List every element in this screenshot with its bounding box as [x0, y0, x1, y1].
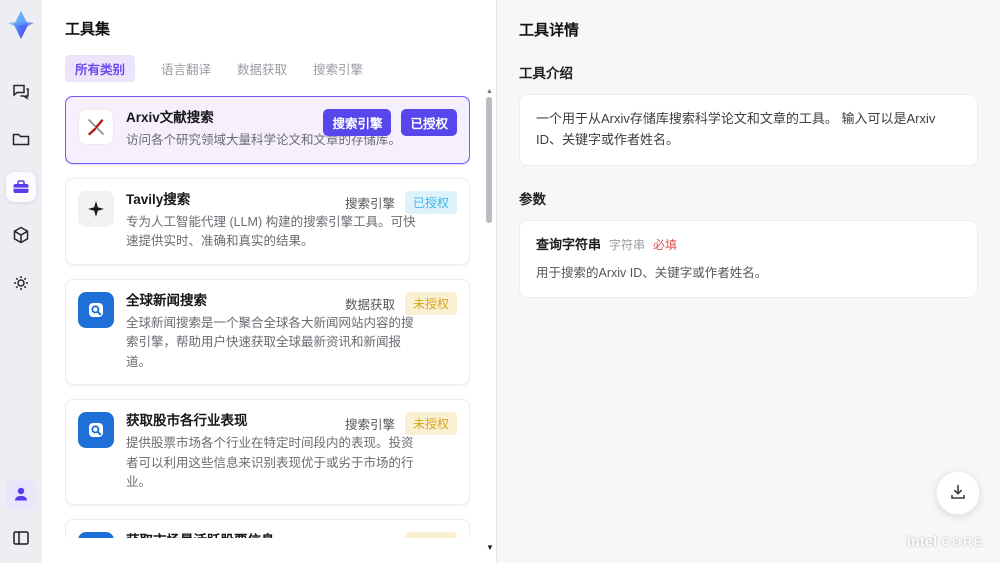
tool-description: 专为人工智能代理 (LLM) 构建的搜索引擎工具。可快速提供实时、准确和真实的结…: [126, 214, 416, 249]
user-icon: [12, 485, 30, 503]
params-section-title: 参数: [519, 191, 546, 207]
sidebar-item-settings[interactable]: [6, 268, 36, 298]
status-badge: 已授权: [404, 190, 457, 214]
app-logo-icon: [4, 8, 38, 42]
sidebar-nav: [6, 76, 36, 298]
status-badge: 未授权: [404, 532, 457, 538]
sidebar-item-chat[interactable]: [6, 76, 36, 106]
page-title: 工具集: [65, 21, 111, 38]
download-button[interactable]: [936, 471, 980, 515]
tool-intro-text: 一个用于从Arxiv存储库搜索科学论文和文章的工具。 输入可以是Arxiv ID…: [536, 111, 936, 147]
tab-all-categories[interactable]: 所有类别: [65, 55, 136, 82]
scrollbar-thumb[interactable]: [486, 97, 492, 223]
category-label: 搜索引擎: [345, 534, 395, 538]
sidebar-item-files[interactable]: [6, 124, 36, 154]
param-required-flag: 必填: [653, 237, 678, 252]
status-badge: 已授权: [401, 109, 457, 136]
category-badge: 搜索引擎: [323, 109, 392, 136]
status-badge: 未授权: [404, 411, 457, 435]
category-label: 搜索引擎: [344, 417, 395, 432]
tool-intro-box: 一个用于从Arxiv存储库搜索科学论文和文章的工具。 输入可以是Arxiv ID…: [519, 94, 978, 166]
tool-card-arxiv[interactable]: Arxiv文献搜索 访问各个研究领域大量科学论文和文章的存储库。 搜索引擎 已授…: [65, 96, 470, 164]
tool-description: 提供股票市场各个行业在特定时间段内的表现。投资者可以利用这些信息来识别表现优于或…: [126, 436, 414, 489]
gear-icon: [11, 273, 31, 293]
tool-card-sector-performance[interactable]: 获取股市各行业表现 提供股票市场各个行业在特定时间段内的表现。投资者可以利用这些…: [65, 398, 470, 506]
list-scrollbar[interactable]: ▲ ▼: [485, 88, 494, 556]
tool-card-global-news[interactable]: 全球新闻搜索 全球新闻搜索是一个聚合全球各大新闻网站内容的搜索引擎，帮助用户快速…: [65, 278, 470, 385]
tavily-star-icon: [78, 190, 114, 227]
toolbox-icon: [11, 177, 31, 197]
cube-icon: [11, 225, 31, 245]
sidebar-item-profile[interactable]: [6, 479, 36, 509]
sidebar-item-collapse[interactable]: [6, 523, 36, 553]
param-type: 字符串: [609, 237, 646, 252]
app-window: 工具集 所有类别 语言翻译 数据获取 搜索引擎 Arxiv文献搜索 访问各个研究…: [0, 0, 1000, 563]
parameter-box: 查询字符串 字符串 必填 用于搜索的Arxiv ID、关键字或作者姓名。: [519, 219, 978, 299]
brand-core: CORE: [941, 535, 984, 549]
tab-language-translation[interactable]: 语言翻译: [161, 55, 211, 82]
status-badge: 未授权: [404, 291, 457, 315]
brand-intel: intel: [907, 533, 938, 549]
sidebar-bottom: [6, 479, 36, 553]
category-tabs: 所有类别 语言翻译 数据获取 搜索引擎: [65, 55, 470, 82]
tool-card-tavily[interactable]: Tavily搜索 专为人工智能代理 (LLM) 构建的搜索引擎工具。可快速提供实…: [65, 177, 470, 265]
intel-core-logo: intel CORE: [907, 533, 984, 549]
stock-search-icon: [78, 532, 114, 538]
news-search-icon: [78, 291, 114, 328]
panel-toggle-icon: [11, 528, 31, 548]
chat-icon: [11, 81, 31, 101]
detail-title: 工具详情: [519, 22, 580, 39]
tab-search-engine[interactable]: 搜索引擎: [313, 55, 363, 82]
intro-section-title: 工具介绍: [519, 66, 573, 81]
folder-icon: [11, 129, 31, 149]
stock-search-icon: [78, 411, 114, 448]
tab-data-acquisition[interactable]: 数据获取: [237, 55, 287, 82]
category-label: 搜索引擎: [344, 196, 395, 211]
tool-detail-pane: 工具详情 工具介绍 一个用于从Arxiv存储库搜索科学论文和文章的工具。 输入可…: [497, 0, 1000, 563]
sidebar-item-toolbox[interactable]: [6, 172, 36, 202]
sidebar-item-packages[interactable]: [6, 220, 36, 250]
param-name: 查询字符串: [536, 236, 602, 252]
tool-list-pane: 工具集 所有类别 语言翻译 数据获取 搜索引擎 Arxiv文献搜索 访问各个研究…: [42, 0, 497, 563]
scroll-down-icon[interactable]: ▼: [486, 543, 494, 552]
param-description: 用于搜索的Arxiv ID、关键字或作者姓名。: [536, 266, 768, 281]
arxiv-logo-icon: [78, 109, 114, 145]
download-icon: [948, 482, 968, 505]
scroll-up-icon[interactable]: ▲: [486, 88, 493, 95]
tool-description: 全球新闻搜索是一个聚合全球各大新闻网站内容的搜索引擎，帮助用户快速获取全球最新资…: [126, 315, 414, 369]
category-label: 数据获取: [344, 297, 395, 312]
tool-card-list: Arxiv文献搜索 访问各个研究领域大量科学论文和文章的存储库。 搜索引擎 已授…: [65, 96, 470, 538]
sidebar: [0, 0, 42, 563]
tool-card-most-active-stocks[interactable]: 获取市场最活跃股票信息 提供当天交易量最高的股票列表。投资者可以利用这些信息来识…: [65, 519, 470, 538]
